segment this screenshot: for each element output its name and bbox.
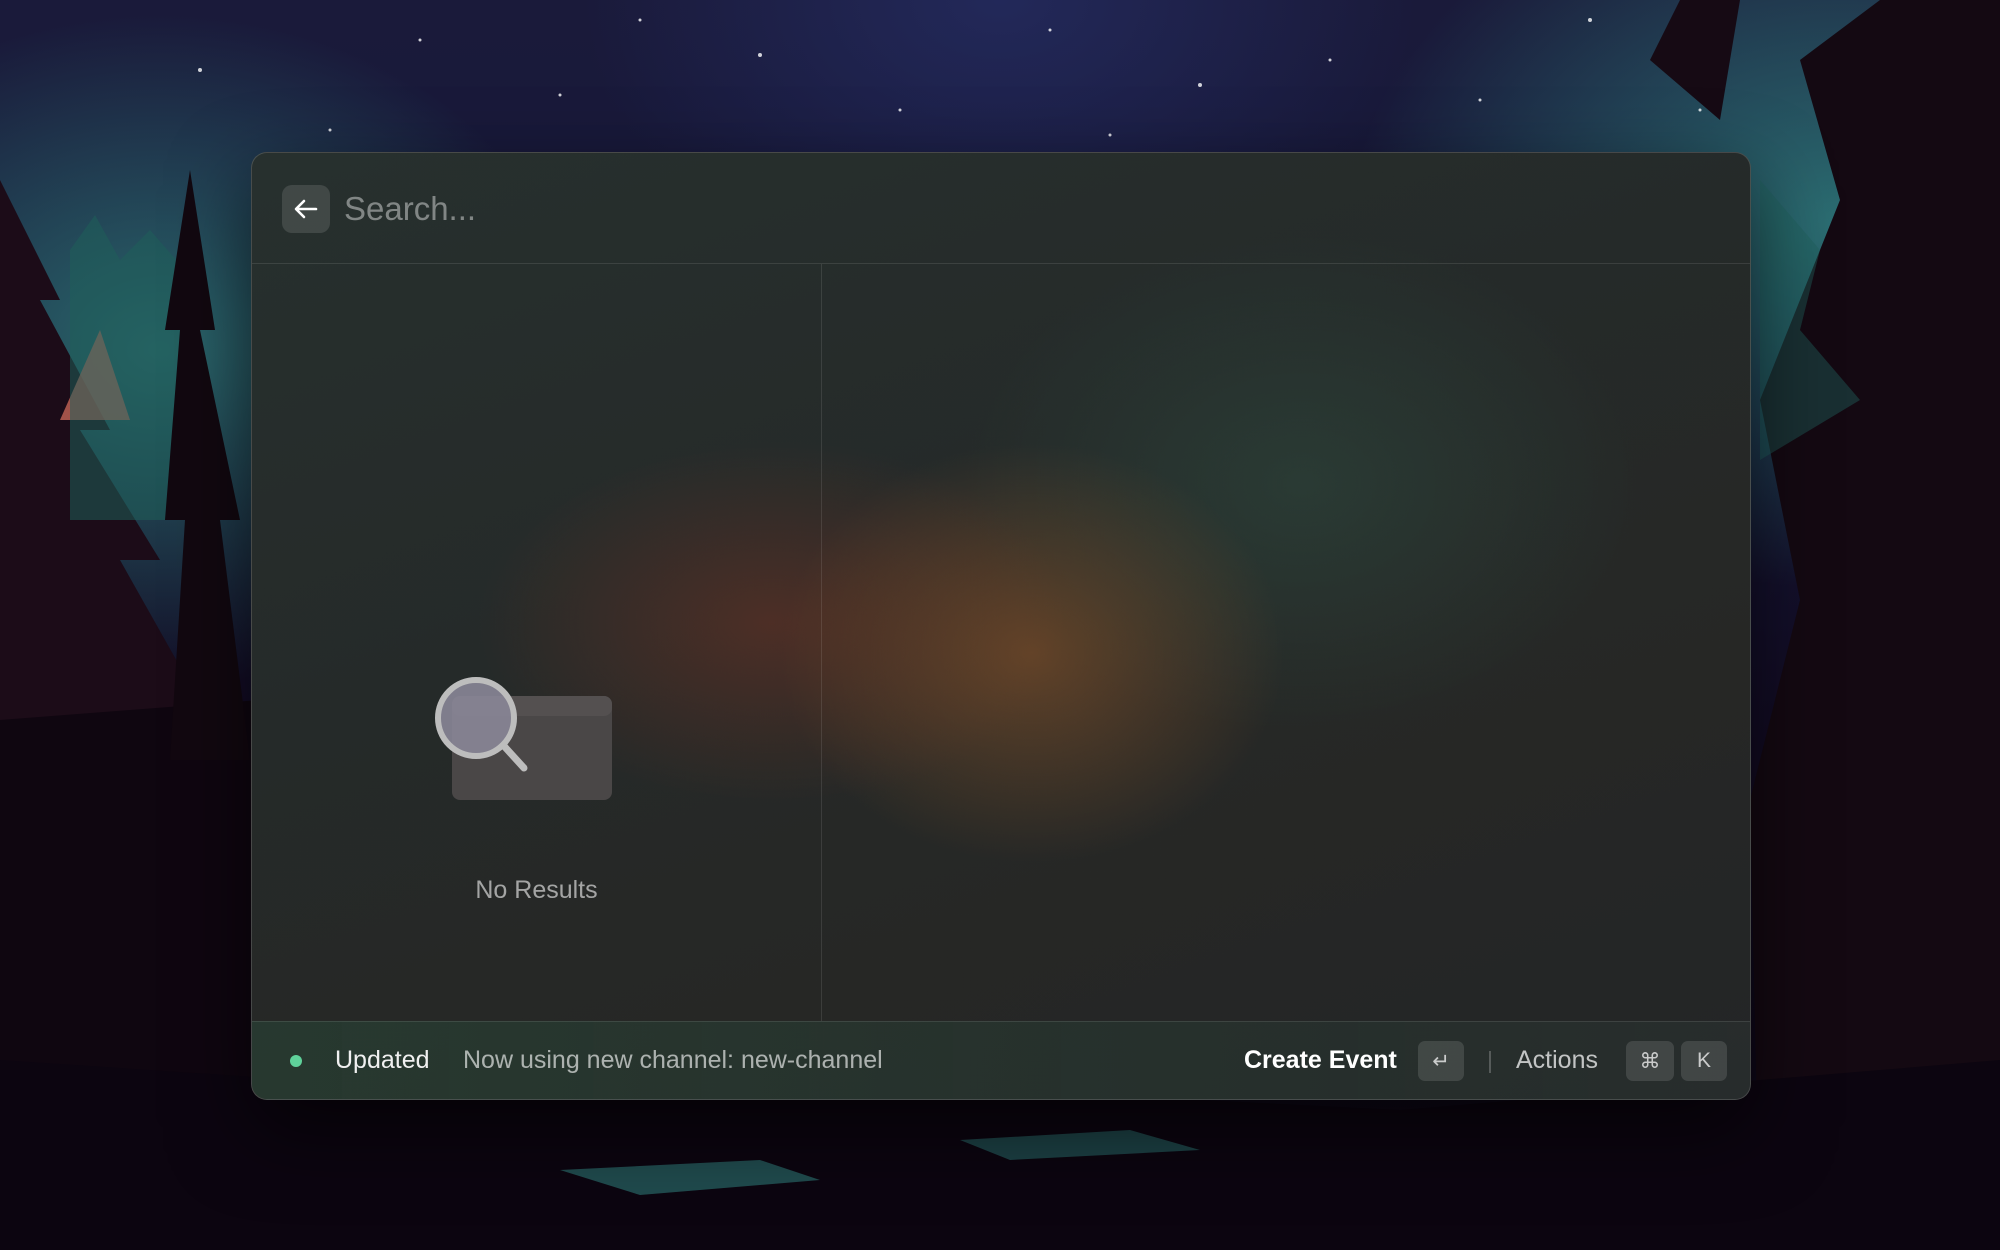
command-key-icon: ⌘	[1626, 1041, 1674, 1081]
divider	[1489, 1051, 1491, 1073]
arrow-left-icon	[294, 199, 318, 219]
k-key-icon: K	[1681, 1041, 1727, 1081]
action-bar: Updated Now using new channel: new-chann…	[252, 1021, 1750, 1099]
create-event-button[interactable]: Create Event	[1244, 1046, 1397, 1075]
launcher-window: No Results Updated Now using new channel…	[251, 152, 1751, 1100]
search-bar	[252, 153, 1750, 264]
empty-state-label: No Results	[475, 876, 598, 904]
search-input[interactable]	[344, 183, 1704, 235]
magnifier-folder-icon	[432, 674, 632, 834]
status-message: Now using new channel: new-channel	[463, 1046, 883, 1074]
results-list-pane: No Results	[252, 264, 822, 1021]
actions-button[interactable]: Actions	[1516, 1046, 1598, 1075]
enter-key-icon: ↵	[1418, 1041, 1464, 1081]
detail-pane	[822, 264, 1750, 1021]
back-button[interactable]	[282, 185, 330, 233]
status-title: Updated	[335, 1046, 430, 1074]
status-indicator	[290, 1055, 302, 1067]
